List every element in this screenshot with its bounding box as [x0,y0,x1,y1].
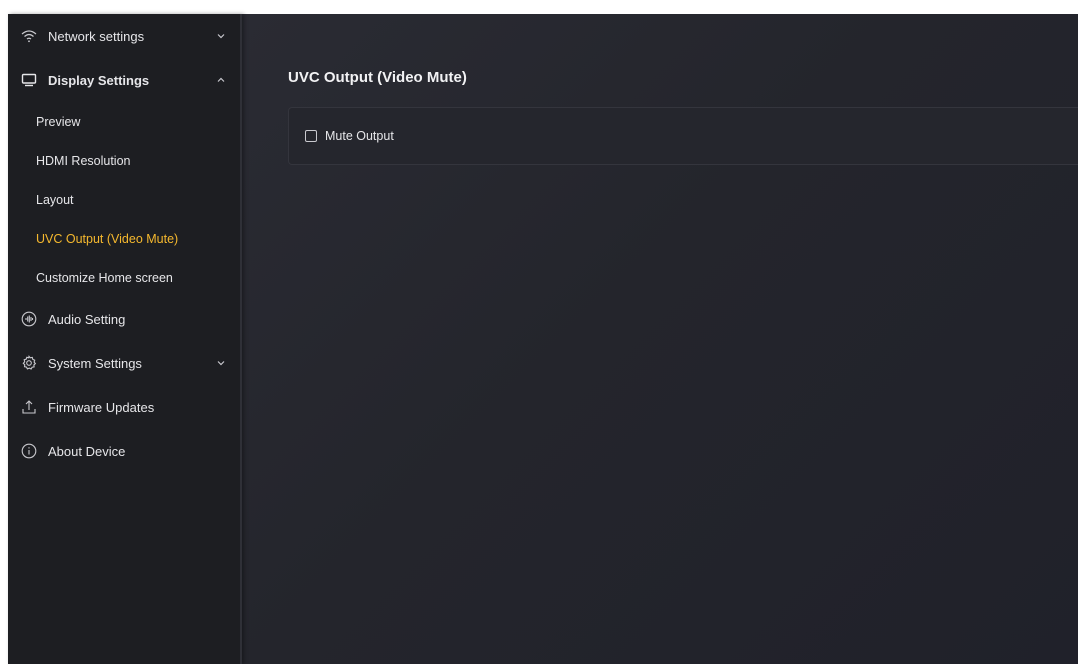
sidebar-item-audio-setting[interactable]: Audio Setting [8,297,240,341]
wifi-icon [20,27,38,45]
page-title: UVC Output (Video Mute) [288,69,467,86]
monitor-icon [20,71,38,89]
sidebar-item-about-device[interactable]: About Device [8,429,240,473]
sidebar: Network settings Display Settings Previe… [8,14,242,664]
sidebar-item-label: About Device [48,443,126,459]
chevron-down-icon[interactable] [216,359,226,367]
sidebar-item-network-settings[interactable]: Network settings [8,14,240,58]
chevron-down-icon[interactable] [216,32,226,40]
chevron-up-icon[interactable] [216,76,226,84]
sidebar-subitem-hdmi-resolution[interactable]: HDMI Resolution [8,141,240,180]
gear-icon [20,354,38,372]
sidebar-subitem-uvc-output[interactable]: UVC Output (Video Mute) [8,219,240,258]
info-icon [20,442,38,460]
sidebar-subitem-customize-home-screen[interactable]: Customize Home screen [8,258,240,297]
sidebar-item-label: Network settings [48,28,145,44]
sidebar-subitem-preview[interactable]: Preview [8,102,240,141]
sidebar-subitem-layout[interactable]: Layout [8,180,240,219]
sidebar-item-label: Firmware Updates [48,399,155,415]
sidebar-item-firmware-updates[interactable]: Firmware Updates [8,385,240,429]
mute-output-label[interactable]: Mute Output [325,129,394,143]
sidebar-item-label: System Settings [48,355,142,371]
upload-icon [20,398,38,416]
app-window: Network settings Display Settings Previe… [8,14,1078,664]
settings-card: Mute Output [288,107,1078,165]
mute-output-checkbox[interactable] [305,130,317,142]
sidebar-item-system-settings[interactable]: System Settings [8,341,240,385]
main-content: UVC Output (Video Mute) Mute Output [242,14,1078,664]
audio-wave-icon [20,310,38,328]
sidebar-item-display-settings[interactable]: Display Settings [8,58,240,102]
sidebar-item-label: Display Settings [48,72,150,88]
sidebar-item-label: Audio Setting [48,311,126,327]
